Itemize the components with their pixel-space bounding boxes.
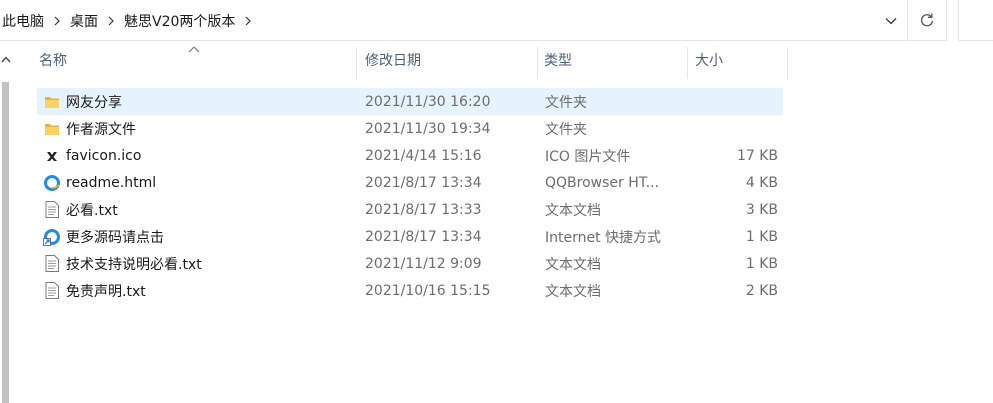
file-size: 17 KB (736, 147, 778, 164)
file-modified-date: 2021/11/30 16:20 (365, 93, 491, 110)
column-header-size[interactable]: 大小 (689, 41, 787, 79)
column-divider[interactable] (356, 47, 357, 79)
folder-icon (42, 88, 62, 115)
file-type: 文件夹 (545, 121, 587, 138)
ico-file-icon (42, 142, 62, 169)
search-input[interactable] (958, 0, 993, 41)
column-header-type[interactable]: 类型 (538, 41, 687, 79)
text-file-icon (42, 196, 62, 223)
chevron-right-icon[interactable] (237, 0, 259, 41)
file-name: 作者源文件 (66, 121, 136, 138)
file-size: 1 KB (745, 228, 778, 245)
file-row[interactable]: favicon.ico 2021/4/14 15:16 ICO 图片文件 17 KB (37, 142, 783, 169)
column-header-name-label: 名称 (39, 53, 67, 69)
file-row[interactable]: 必看.txt 2021/8/17 13:33 文本文档 3 KB (37, 196, 783, 223)
internet-shortcut-icon (42, 223, 62, 250)
file-name: readme.html (66, 174, 157, 191)
file-type: 文件夹 (545, 94, 587, 111)
column-header-size-label: 大小 (695, 53, 723, 69)
breadcrumb-item-this-pc[interactable]: 此电脑 (0, 11, 46, 31)
file-type: ICO 图片文件 (545, 148, 631, 165)
file-type: QQBrowser HT... (545, 174, 659, 191)
file-name: 技术支持说明必看.txt (66, 256, 202, 273)
breadcrumb-item-desktop[interactable]: 桌面 (68, 11, 100, 31)
column-header-type-label: 类型 (544, 53, 572, 69)
file-size (687, 88, 778, 115)
file-modified-date: 2021/8/17 13:34 (365, 228, 482, 245)
sort-ascending-icon (188, 46, 200, 53)
file-size (687, 115, 778, 142)
file-modified-date: 2021/11/30 19:34 (365, 120, 491, 137)
file-type: 文本文档 (545, 283, 601, 300)
chevron-down-icon (885, 17, 897, 24)
file-type: Internet 快捷方式 (545, 229, 662, 246)
address-history-dropdown[interactable] (876, 0, 906, 41)
qqbrowser-html-icon (42, 169, 62, 196)
column-divider[interactable] (687, 47, 688, 79)
text-file-icon (42, 250, 62, 277)
chevron-right-icon[interactable] (46, 0, 68, 41)
file-type: 文本文档 (545, 202, 601, 219)
file-modified-date: 2021/11/12 9:09 (365, 255, 482, 272)
refresh-icon (920, 13, 934, 27)
scrollbar-thumb[interactable] (2, 82, 9, 403)
chevron-right-icon[interactable] (100, 0, 122, 41)
file-name: favicon.ico (66, 147, 142, 164)
file-name: 更多源码请点击 (66, 229, 164, 246)
chevron-up-icon (1, 55, 11, 62)
file-name: 免责声明.txt (66, 283, 146, 300)
address-bar[interactable]: 此电脑 桌面 魅思V20两个版本 (0, 0, 906, 41)
file-size: 2 KB (745, 282, 778, 299)
file-modified-date: 2021/10/16 15:15 (365, 282, 491, 299)
column-divider[interactable] (787, 47, 788, 79)
file-size: 4 KB (745, 174, 778, 191)
file-size: 3 KB (745, 201, 778, 218)
file-row[interactable]: 作者源文件 2021/11/30 19:34 文件夹 (37, 115, 783, 142)
folder-icon (42, 115, 62, 142)
file-row[interactable]: 网友分享 2021/11/30 16:20 文件夹 (37, 88, 783, 115)
refresh-button[interactable] (907, 0, 947, 41)
breadcrumb: 此电脑 桌面 魅思V20两个版本 (0, 0, 259, 41)
file-modified-date: 2021/8/17 13:33 (365, 201, 482, 218)
file-row[interactable]: 更多源码请点击 2021/8/17 13:34 Internet 快捷方式 1 KB (37, 223, 783, 250)
text-file-icon (42, 277, 62, 304)
file-row[interactable]: 免责声明.txt 2021/10/16 15:15 文本文档 2 KB (37, 277, 783, 304)
column-header-date-label: 修改日期 (365, 53, 421, 69)
file-size: 1 KB (745, 255, 778, 272)
file-modified-date: 2021/8/17 13:34 (365, 174, 482, 191)
file-type: 文本文档 (545, 256, 601, 273)
file-name: 网友分享 (66, 94, 122, 111)
file-row[interactable]: readme.html 2021/8/17 13:34 QQBrowser HT..… (37, 169, 783, 196)
scroll-up-button[interactable] (0, 52, 12, 66)
column-header-date[interactable]: 修改日期 (359, 41, 537, 79)
file-name: 必看.txt (66, 202, 118, 219)
file-modified-date: 2021/4/14 15:16 (365, 147, 482, 164)
file-row[interactable]: 技术支持说明必看.txt 2021/11/12 9:09 文本文档 1 KB (37, 250, 783, 277)
breadcrumb-item-folder[interactable]: 魅思V20两个版本 (122, 11, 237, 31)
